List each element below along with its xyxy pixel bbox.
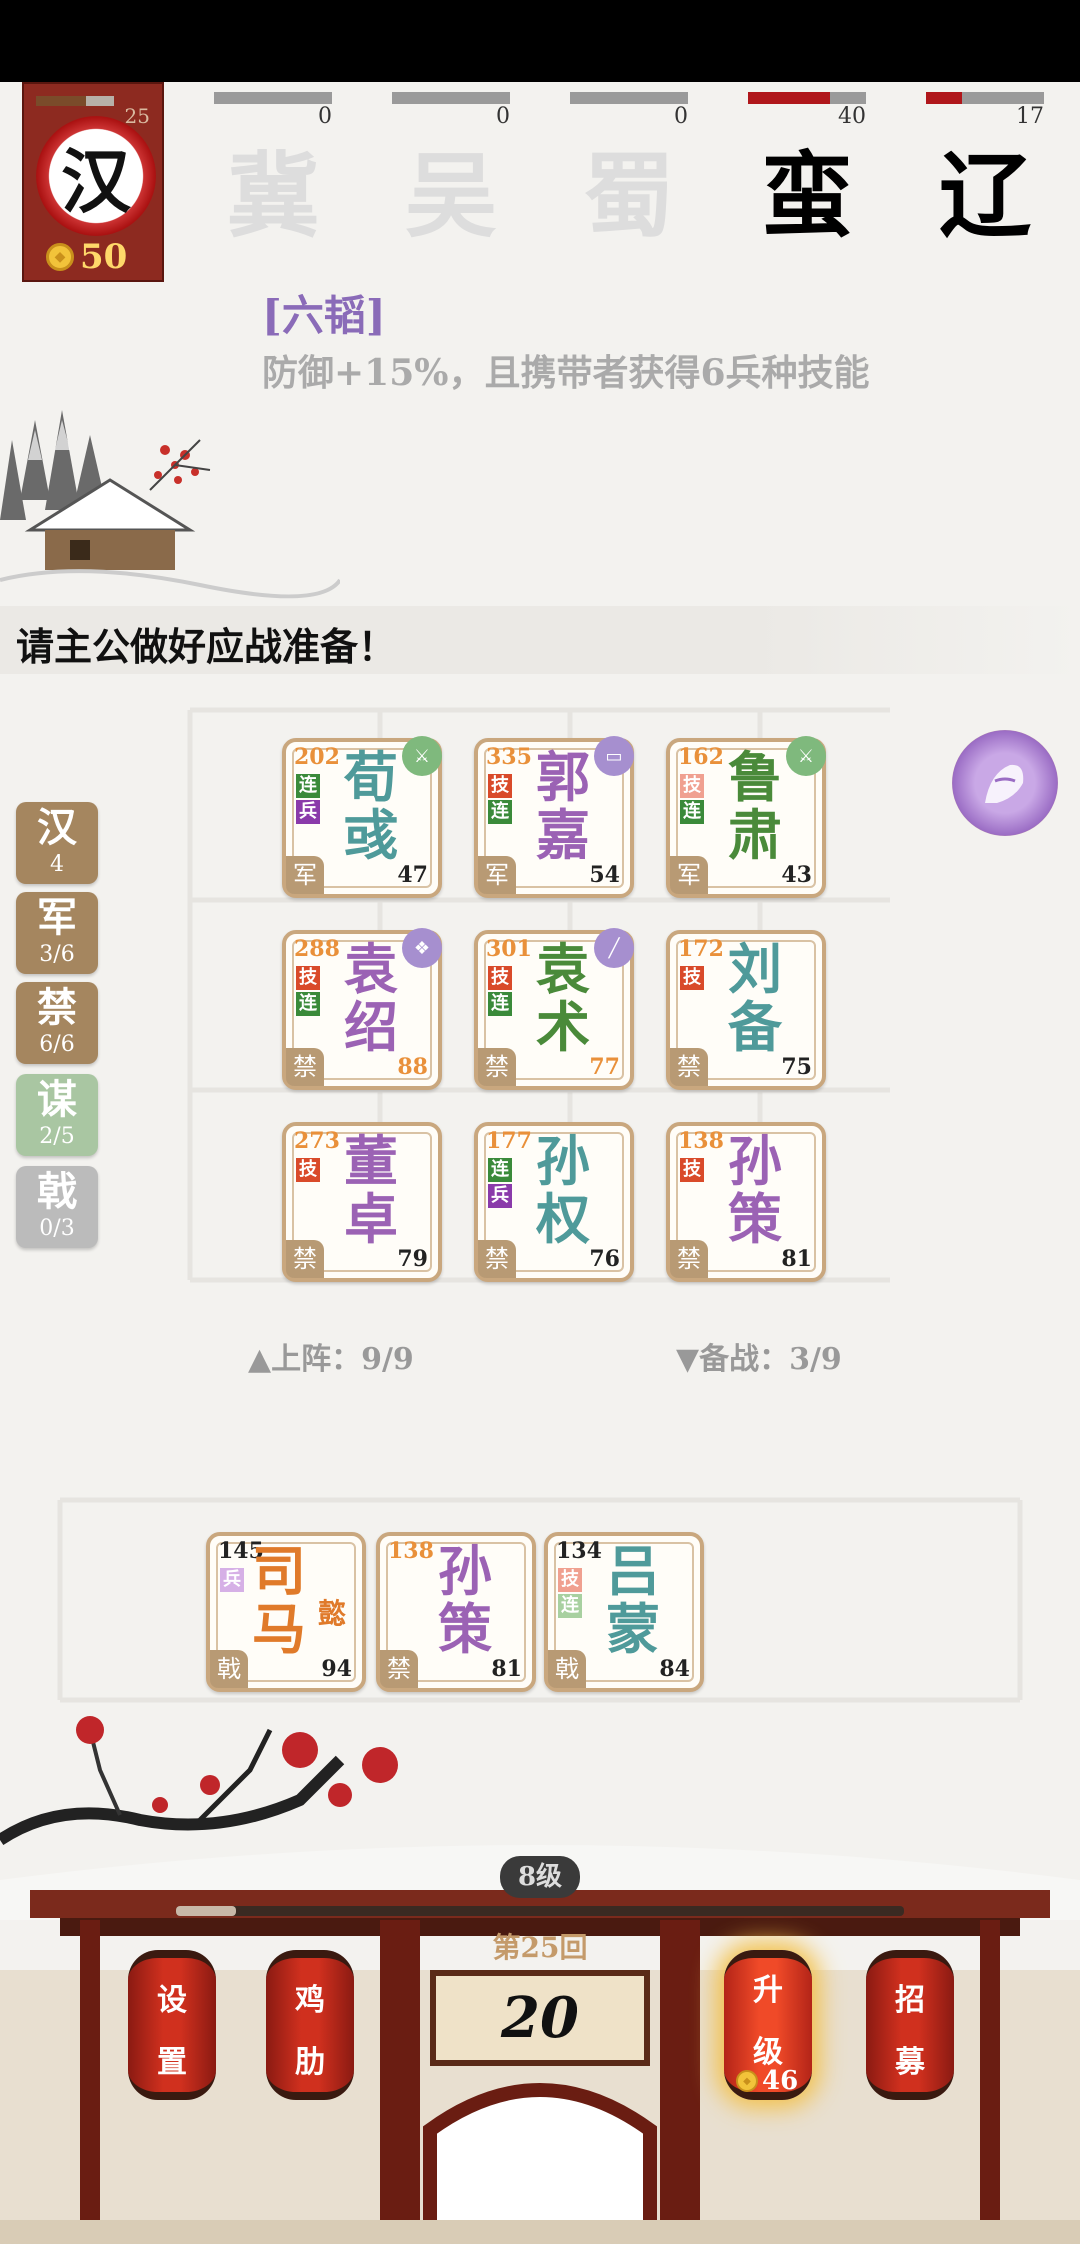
unit-card-liu-bei[interactable]: 172 技 刘备 75 禁: [666, 930, 826, 1090]
faction-name: 蛮: [760, 142, 853, 250]
type-tag-jin[interactable]: 禁 6/6: [16, 982, 98, 1064]
bench-card-sun-ce[interactable]: 138 孙策 81 禁: [376, 1532, 536, 1692]
faction-name: 蜀: [582, 142, 675, 250]
faction-wu[interactable]: 0 吴: [392, 92, 510, 250]
bench-card-lu-meng[interactable]: 134 技连 吕蒙 84 戟: [544, 1532, 704, 1692]
rib-button[interactable]: 鸡肋: [266, 1940, 354, 2118]
unit-card-xun-yu[interactable]: 202 连兵 荀彧 47 军 ⚔: [282, 736, 442, 898]
strategist-icon: [985, 764, 1024, 803]
faction-name: 吴: [404, 142, 497, 250]
unit-card-dong-zhuo[interactable]: 273 技 董卓 79 禁: [282, 1122, 442, 1282]
unit-name: 荀彧: [344, 745, 398, 867]
reserve-count: ▼备战：3/9: [676, 1342, 842, 1377]
prompt-banner: 请主公做好应战准备！: [0, 606, 1080, 674]
type-tag-han[interactable]: 汉4: [16, 802, 98, 884]
unit-name: 吕蒙: [606, 1539, 660, 1661]
coin-icon: ◆: [46, 243, 74, 271]
faction-liao[interactable]: 17 辽: [926, 92, 1044, 250]
blade-icon: ╱: [594, 928, 634, 968]
recruit-button[interactable]: 招募: [866, 1940, 954, 2118]
unit-card-sun-ce[interactable]: 138 技 孙策 81 禁: [666, 1122, 826, 1282]
skill-title: [六韬]: [262, 291, 386, 340]
status-bar: [0, 0, 1080, 82]
unit-name-extra: 懿: [318, 1597, 347, 1630]
unit-name: 郭嘉: [536, 745, 590, 867]
faction-ji[interactable]: 0 冀: [214, 92, 332, 250]
unit-card-guo-jia[interactable]: 335 技连 郭嘉 54 军 ▭: [474, 736, 634, 898]
deployed-count: ▲上阵：9/9: [248, 1342, 414, 1377]
bench-card-sima-yi[interactable]: 145 兵 司马 懿 94 戟: [206, 1532, 366, 1692]
type-tag-jun[interactable]: 军 3/6: [16, 892, 98, 974]
snow-house-painting: [0, 410, 340, 599]
unit-card-yuan-shao[interactable]: 288 技连 袁绍 88 禁 ❖: [282, 928, 442, 1090]
player-faction-seal: 汉: [36, 116, 156, 236]
unit-name: 袁绍: [344, 937, 398, 1059]
player-gold: ◆ 50: [46, 237, 127, 277]
round-label: 第25回: [492, 1931, 588, 1964]
countdown-timer: 20: [430, 1970, 650, 2066]
unit-card-yuan-shu[interactable]: 301 技连 袁术 77 禁 ╱: [474, 928, 634, 1090]
upgrade-button[interactable]: 升级 ◆ 46: [724, 1940, 812, 2118]
unit-name: 孙策: [728, 1129, 782, 1251]
scroll-icon: ▭: [594, 736, 634, 776]
unit-name: 董卓: [344, 1129, 398, 1251]
player-faction-card[interactable]: 25 汉 ◆ 50: [22, 82, 164, 282]
strategist-button[interactable]: [952, 730, 1058, 836]
unit-name: 孙权: [536, 1129, 590, 1251]
sword-icon: ⚔: [402, 736, 442, 776]
type-tag-mou[interactable]: 谋 2/5: [16, 1074, 98, 1156]
type-tag-ji[interactable]: 戟 0/3: [16, 1166, 98, 1248]
player-level: 25: [124, 104, 150, 128]
faction-shu[interactable]: 0 蜀: [570, 92, 688, 250]
unit-name: 刘备: [728, 937, 782, 1059]
upgrade-cost: ◆ 46: [736, 2066, 798, 2096]
settings-button[interactable]: 设置: [128, 1940, 216, 2118]
experience-bar: [176, 1906, 904, 1916]
player-level-bar: [36, 96, 114, 106]
unit-name: 鲁肃: [728, 745, 782, 867]
unit-name: 司马: [252, 1539, 306, 1661]
faction-name: 冀: [226, 142, 319, 250]
bench-grid: [57, 1497, 1023, 1703]
book-icon: ❖: [402, 928, 442, 968]
player-level-badge: 8级: [500, 1856, 580, 1898]
unit-name: 袁术: [536, 937, 590, 1059]
sword-icon: ⚔: [786, 736, 826, 776]
coin-icon: ◆: [736, 2070, 758, 2092]
unit-card-sun-quan[interactable]: 177 连兵 孙权 76 禁: [474, 1122, 634, 1282]
unit-card-lu-su[interactable]: 162 技连 鲁肃 43 军 ⚔: [666, 736, 826, 898]
faction-name: 辽: [938, 142, 1031, 250]
unit-name: 孙策: [438, 1539, 492, 1661]
faction-man[interactable]: 40 蛮: [748, 92, 866, 250]
skill-description: 防御+15%，且携带者获得6兵种技能: [262, 352, 870, 394]
